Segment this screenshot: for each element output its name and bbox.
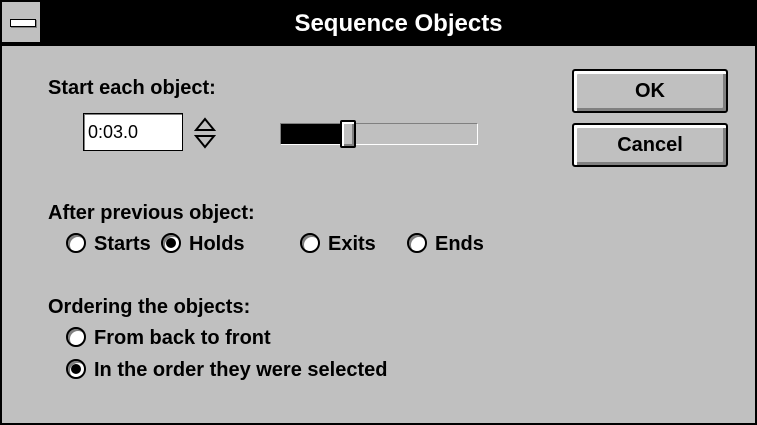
radio-circle <box>407 232 427 253</box>
radio-circle <box>66 358 86 379</box>
radio-exits[interactable]: Exits <box>300 232 376 256</box>
start-time-input[interactable]: 0:03.0 <box>83 113 183 151</box>
after-previous-object-label: After previous object: <box>48 202 255 224</box>
start-time-slider[interactable] <box>280 120 478 148</box>
sequence-objects-dialog: Sequence Objects Start each object: 0:03… <box>0 0 757 425</box>
radio-label: Exits <box>328 233 376 255</box>
title-bar: Sequence Objects <box>2 2 755 46</box>
radio-starts[interactable]: Starts <box>66 232 151 256</box>
radio-label: Ends <box>435 233 484 255</box>
radio-circle <box>66 326 86 347</box>
radio-label: Holds <box>189 233 245 255</box>
radio-ends[interactable]: Ends <box>407 232 484 256</box>
time-spinner-icon[interactable] <box>194 117 216 149</box>
radio-label: Starts <box>94 233 151 255</box>
radio-circle <box>66 232 86 253</box>
ok-button[interactable]: OK <box>572 69 728 113</box>
radio-circle <box>161 232 181 253</box>
radio-order-selected[interactable]: In the order they were selected <box>66 358 387 382</box>
window-title: Sequence Objects <box>294 10 503 37</box>
radio-circle <box>300 232 320 253</box>
cancel-button[interactable]: Cancel <box>572 123 728 167</box>
start-each-object-label: Start each object: <box>48 77 216 99</box>
system-menu-icon[interactable] <box>2 2 42 44</box>
slider-fill <box>281 124 342 144</box>
radio-back-to-front[interactable]: From back to front <box>66 326 271 350</box>
ordering-objects-label: Ordering the objects: <box>48 296 251 318</box>
radio-label: From back to front <box>94 327 271 349</box>
radio-holds[interactable]: Holds <box>161 232 245 256</box>
slider-thumb[interactable] <box>340 120 356 148</box>
radio-label: In the order they were selected <box>94 359 388 381</box>
